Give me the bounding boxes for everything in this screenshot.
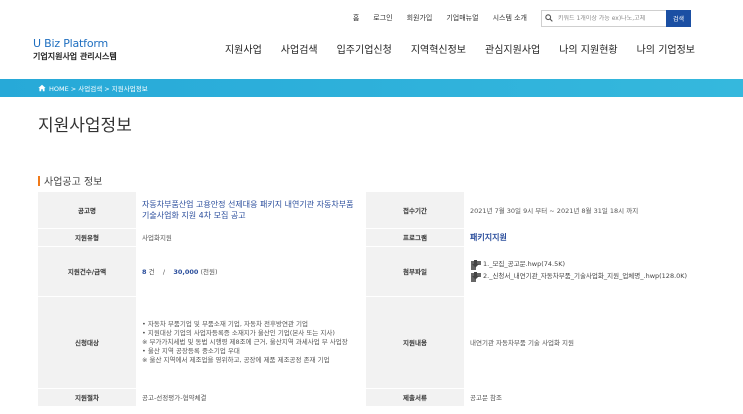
support-amount: 30,000	[173, 268, 199, 276]
eligibility-line: ※ 울산 지역에서 제조업을 영위하고, 공장에 제품 제조공정 존재 기업	[142, 355, 330, 364]
search-icon	[542, 11, 556, 26]
eligibility-line: • 지원대상 기업의 사업자등록증 소재지가 울산인 기업(본사 또는 지사)	[142, 328, 335, 337]
table-row: 신청대상 • 자동차 부품기업 및 부품소재 기업, 자동차 전후방연관 기업 …	[38, 296, 705, 389]
label-support-content: 지원내용	[366, 296, 464, 389]
support-count: 8	[142, 268, 147, 276]
nav-my-company-info[interactable]: 나의 기업정보	[637, 41, 695, 56]
breadcrumb-text: HOME > 사업검색 > 지원사업정보	[49, 85, 148, 93]
main-nav: 지원사업 사업검색 입주기업신청 지역혁신정보 관심지원사업 나의 지원현황 나…	[206, 41, 695, 56]
breadcrumb-band: HOME > 사업검색 > 지원사업정보	[0, 79, 743, 97]
count-unit: 건	[148, 268, 155, 276]
nav-program-search[interactable]: 사업검색	[281, 41, 318, 56]
logo[interactable]: U Biz Platform 기업지원사업 관리시스템	[33, 37, 117, 62]
label-support-type: 지원유형	[38, 228, 136, 247]
signup-link[interactable]: 회원가입	[407, 13, 433, 23]
attachment-item[interactable]: 1._모집_공고문.hwp(74.5K)	[470, 259, 699, 271]
page-title: 지원사업정보	[38, 116, 132, 136]
utility-bar: 홈 로그인 회원가입 기업매뉴얼 시스템 소개 검색	[339, 9, 691, 27]
label-program: 프로그램	[366, 228, 464, 247]
label-eligibility: 신청대상	[38, 296, 136, 389]
login-link[interactable]: 로그인	[373, 13, 392, 23]
value-program: 패키지지원	[464, 228, 705, 247]
label-attachments: 첨부파일	[366, 246, 464, 297]
table-row: 지원절차 공고-선정평가-협약체결 제출서류 공고문 참조	[38, 388, 705, 407]
nav-support-programs[interactable]: 지원사업	[225, 41, 262, 56]
attachment-name: 1._모집_공고문.hwp(74.5K)	[483, 259, 566, 268]
search-button[interactable]: 검색	[666, 9, 691, 27]
attachment-item[interactable]: 2._신청서_내연기관_자동차부품_기술사업화_지원_업체명_.hwp(128.…	[470, 271, 699, 283]
section-title-text: 사업공고 정보	[44, 177, 103, 188]
nav-regional-innovation[interactable]: 지역혁신정보	[411, 41, 466, 56]
label-support-count-amount: 지원건수/금액	[38, 246, 136, 297]
notice-title-link[interactable]: 자동차부품산업 고용안정 선제대응 패키지 내연기관 자동차부품 기술사업화 지…	[142, 199, 360, 221]
file-icon	[471, 259, 481, 270]
search-input[interactable]	[556, 14, 664, 22]
value-support-content: 내연기관 자동차부품 기술 사업화 지원	[464, 296, 705, 389]
logo-title: U Biz Platform	[33, 37, 109, 50]
label-notice-name: 공고명	[38, 192, 136, 229]
separator: /	[162, 268, 166, 276]
system-intro-link[interactable]: 시스템 소개	[493, 13, 527, 23]
breadcrumb: HOME > 사업검색 > 지원사업정보	[38, 83, 148, 93]
logo-subtitle: 기업지원사업 관리시스템	[33, 52, 117, 61]
section-marker	[38, 175, 40, 186]
search-box: 검색	[541, 9, 691, 27]
table-row: 지원유형 사업화지원 프로그램 패키지지원	[38, 228, 705, 247]
file-icon	[471, 271, 481, 282]
program-name: 패키지지원	[470, 232, 507, 242]
manual-link[interactable]: 기업매뉴얼	[446, 13, 478, 23]
table-row: 지원건수/금액 8 건 / 30,000 (천원) 첨부파일 1._모집_공고문…	[38, 246, 705, 297]
nav-tenant-apply[interactable]: 입주기업신청	[337, 41, 392, 56]
amount-unit: (천원)	[200, 268, 218, 276]
section-title: 사업공고 정보	[38, 173, 102, 188]
value-notice-name: 자동차부품산업 고용안정 선제대응 패키지 내연기관 자동차부품 기술사업화 지…	[136, 192, 366, 229]
table-row: 공고명 자동차부품산업 고용안정 선제대응 패키지 내연기관 자동차부품 기술사…	[38, 192, 705, 229]
value-eligibility: • 자동차 부품기업 및 부품소재 기업, 자동차 전후방연관 기업 • 지원대…	[136, 296, 366, 389]
label-procedure: 지원절차	[38, 388, 136, 407]
value-application-period: 2021년 7월 30일 9시 부터 ~ 2021년 8월 31일 18시 까지	[464, 192, 705, 229]
eligibility-line: ※ 부가가치세법 및 동법 시행령 제8조에 근거, 울산지역 과세사업 부 사…	[142, 337, 348, 346]
home-link[interactable]: 홈	[353, 13, 359, 23]
program-info-table: 공고명 자동차부품산업 고용안정 선제대응 패키지 내연기관 자동차부품 기술사…	[38, 192, 705, 407]
value-support-type: 사업화지원	[136, 228, 366, 247]
eligibility-line: • 자동차 부품기업 및 부품소재 기업, 자동차 전후방연관 기업	[142, 319, 308, 328]
nav-interest-programs[interactable]: 관심지원사업	[485, 41, 540, 56]
label-application-period: 접수기간	[366, 192, 464, 229]
value-attachments: 1._모집_공고문.hwp(74.5K) 2._신청서_내연기관_자동차부품_기…	[464, 246, 705, 297]
attachment-name: 2._신청서_내연기관_자동차부품_기술사업화_지원_업체명_.hwp(128.…	[483, 271, 688, 280]
value-documents: 공고문 참조	[464, 388, 705, 407]
home-icon	[38, 84, 46, 92]
value-procedure: 공고-선정평가-협약체결	[136, 388, 366, 407]
eligibility-line: • 울산 지역 공장등록 중소기업 우대	[142, 346, 240, 355]
nav-my-support-status[interactable]: 나의 지원현황	[559, 41, 617, 56]
value-support-count-amount: 8 건 / 30,000 (천원)	[136, 246, 366, 297]
label-documents: 제출서류	[366, 388, 464, 407]
